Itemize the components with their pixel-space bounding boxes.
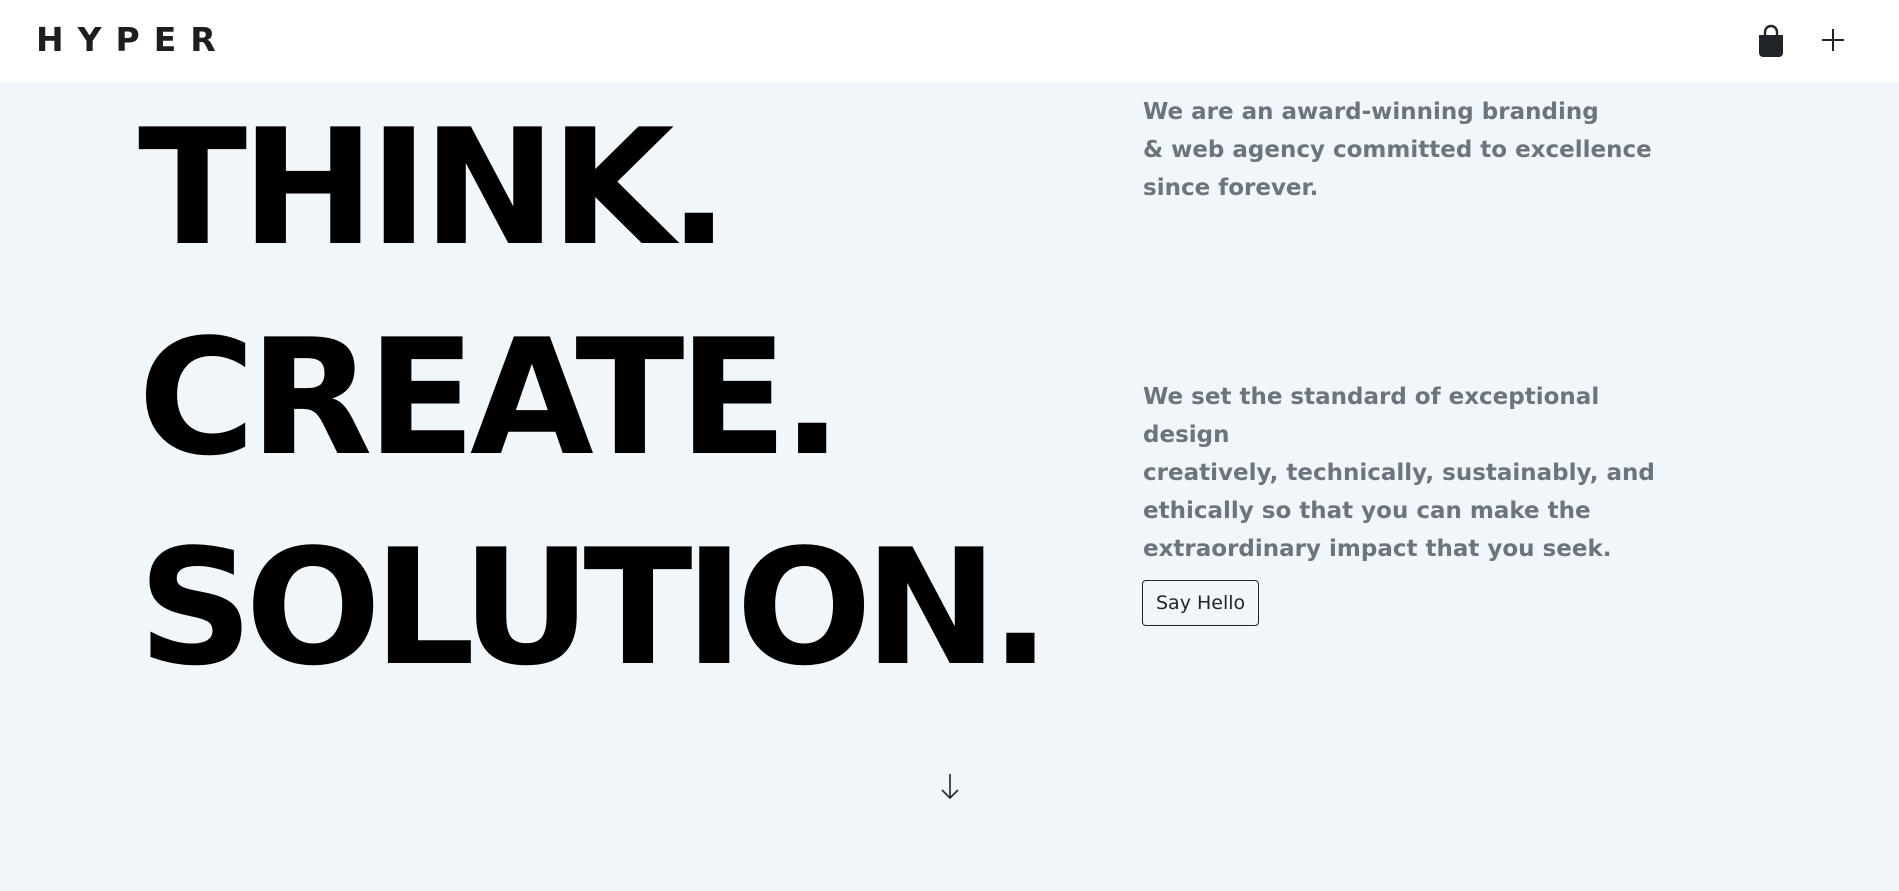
plus-icon[interactable] xyxy=(1820,27,1846,53)
arrow-down-icon[interactable] xyxy=(938,770,962,804)
mission-paragraph: We set the standard of exceptional desig… xyxy=(1143,384,1655,562)
navbar: HYPER xyxy=(0,0,1899,82)
intro-paragraph: We are an award-winning branding & web a… xyxy=(1143,99,1652,201)
headline-line-create: CREATE. xyxy=(138,304,843,491)
headline-line-solution: SOLUTION. xyxy=(138,514,1051,701)
brand-logo[interactable]: HYPER xyxy=(36,20,230,60)
shopping-bag-icon[interactable] xyxy=(1756,24,1786,58)
say-hello-button[interactable]: Say Hello xyxy=(1142,580,1260,626)
headline-line-think: THINK. xyxy=(138,94,729,281)
